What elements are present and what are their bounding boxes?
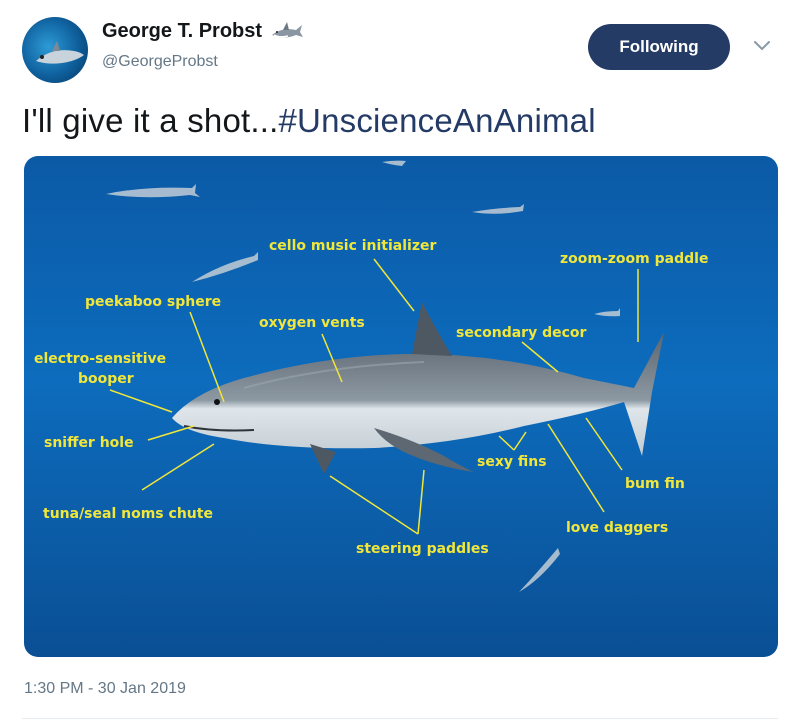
following-button[interactable]: Following [588, 24, 730, 70]
label-cello-music-initializer: cello music initializer [269, 238, 436, 254]
tweet-image[interactable]: cello music initializer zoom-zoom paddle… [24, 156, 778, 657]
label-secondary-decor: secondary decor [456, 325, 587, 341]
shark-diagram: cello music initializer zoom-zoom paddle… [24, 156, 778, 657]
label-tuna-seal-noms-chute: tuna/seal noms chute [43, 506, 213, 522]
divider [22, 718, 778, 719]
hashtag-link[interactable]: #UnscienceAnAnimal [278, 102, 595, 139]
chevron-down-icon[interactable] [752, 38, 772, 52]
label-zoom-zoom-paddle: zoom-zoom paddle [560, 251, 708, 267]
avatar[interactable] [22, 17, 88, 83]
label-booper: booper [78, 371, 134, 387]
label-steering-paddles: steering paddles [356, 541, 489, 557]
label-sexy-fins: sexy fins [477, 454, 547, 470]
label-oxygen-vents: oxygen vents [259, 315, 365, 331]
label-love-daggers: love daggers [566, 520, 668, 536]
tweet-timestamp[interactable]: 1:30 PM - 30 Jan 2019 [24, 680, 186, 698]
label-electro-sensitive: electro-sensitive [34, 351, 166, 367]
label-sniffer-hole: sniffer hole [44, 435, 134, 451]
shark-avatar [36, 41, 84, 64]
label-bum-fin: bum fin [625, 476, 685, 492]
tweet-body: I'll give it a shot... [22, 102, 279, 139]
shark-icon [272, 21, 304, 38]
author-name-row: George T. Probst [102, 20, 304, 43]
handle[interactable]: @GeorgeProbst [102, 53, 218, 71]
display-name[interactable]: George T. Probst [102, 20, 262, 43]
tweet-text: I'll give it a shot...#UnscienceAnAnimal [22, 102, 596, 140]
label-peekaboo-sphere: peekaboo sphere [85, 294, 221, 310]
